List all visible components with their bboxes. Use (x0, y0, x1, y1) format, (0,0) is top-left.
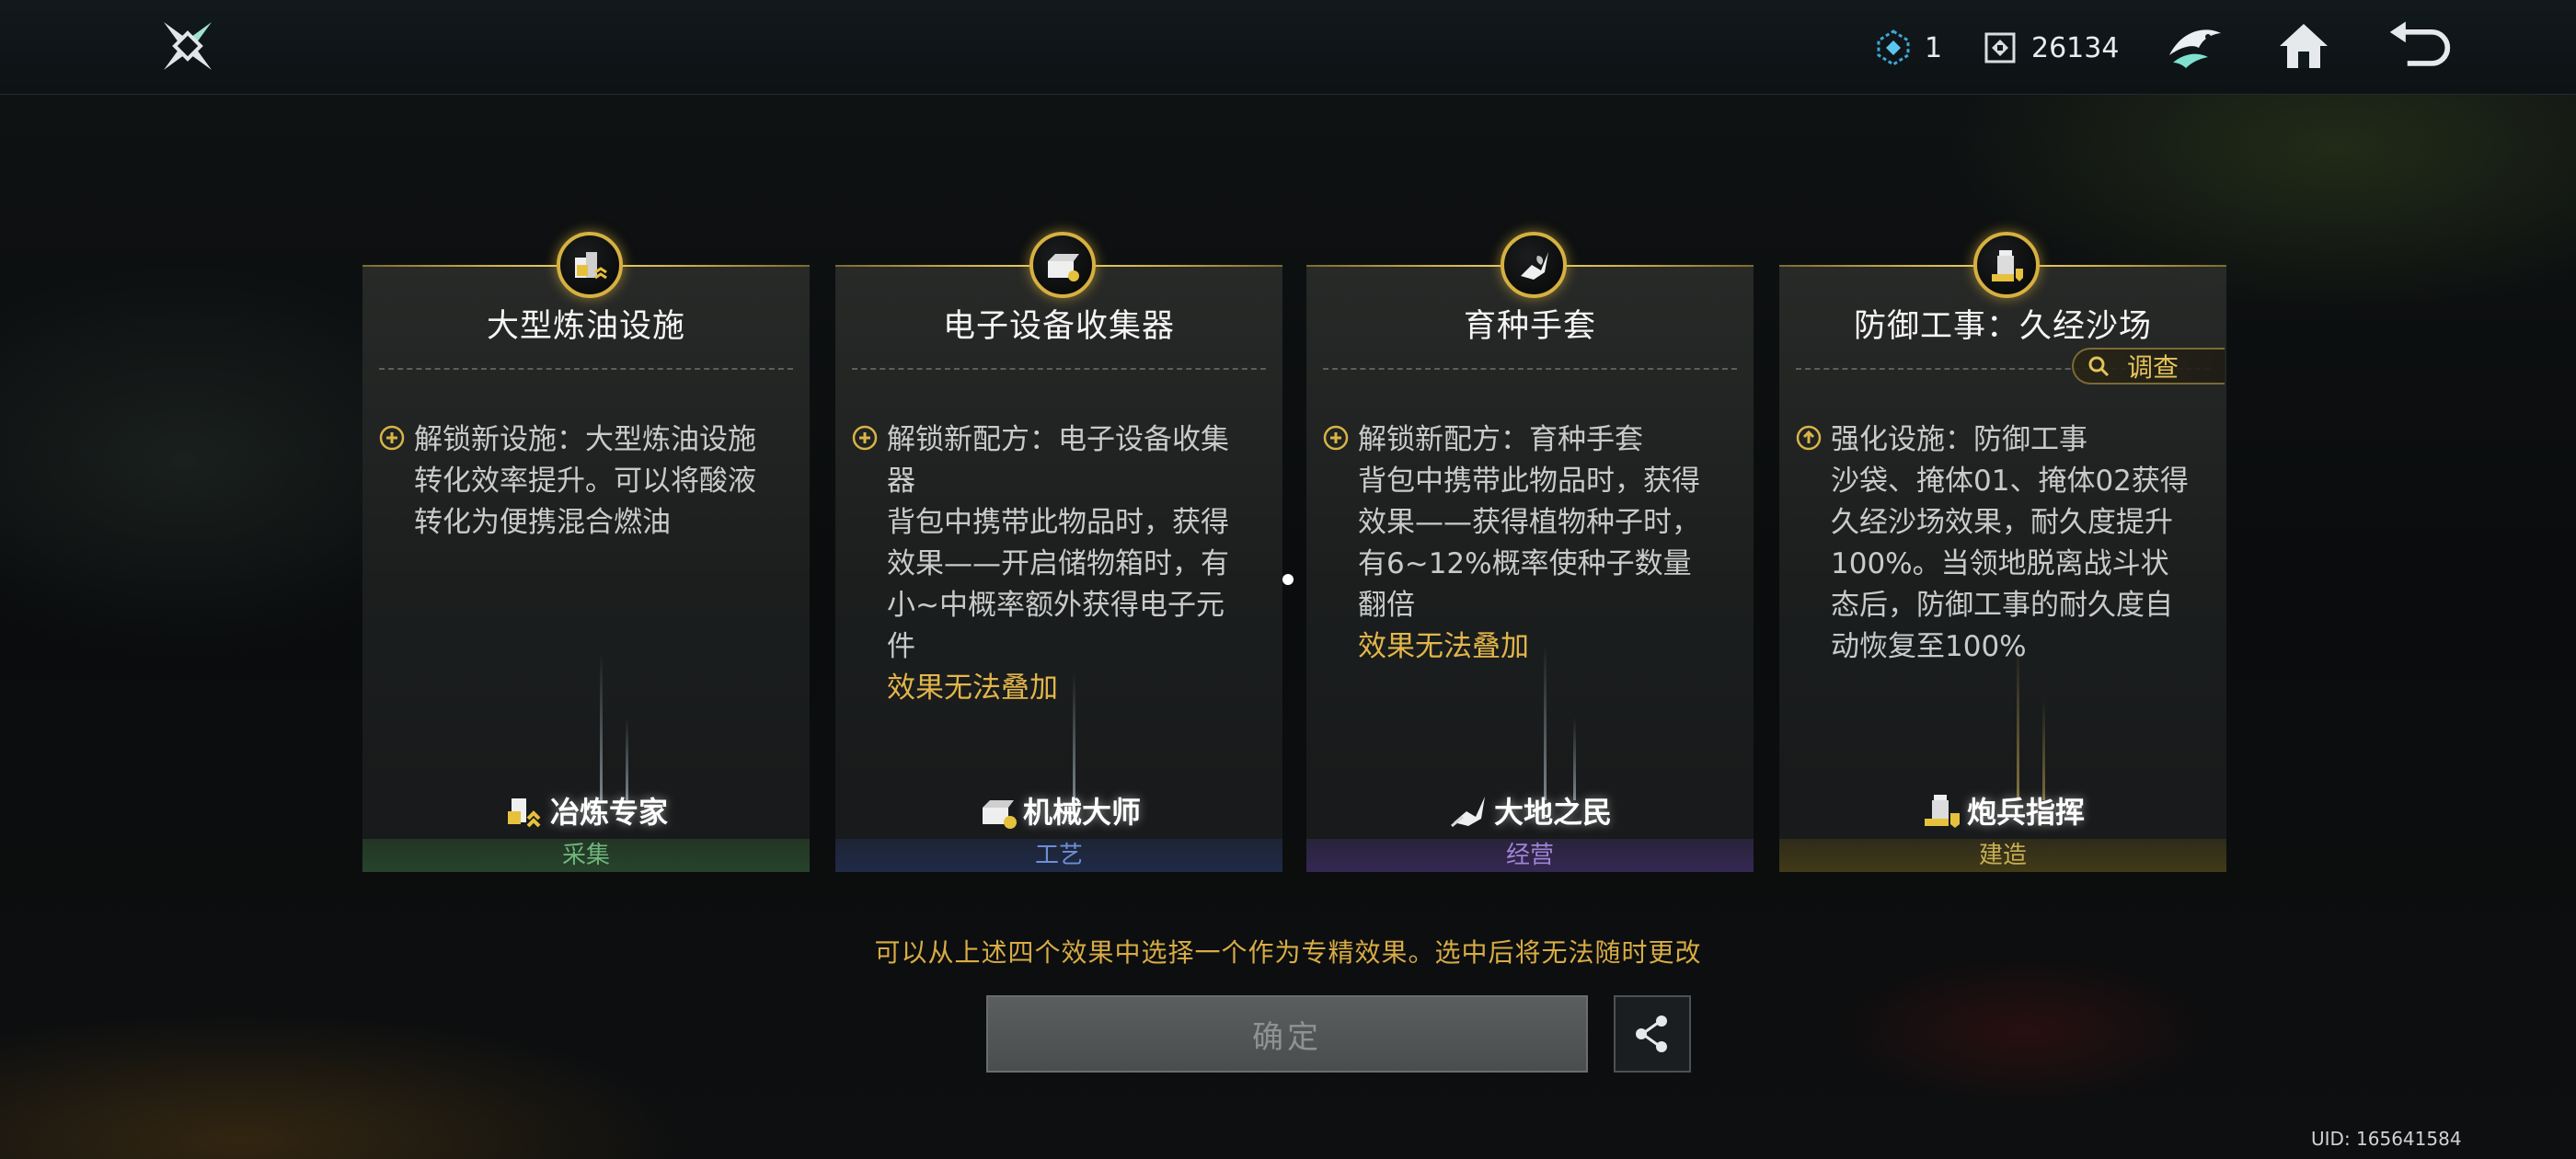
light-beam (2017, 644, 2019, 800)
spec-label: 大地之民 (1493, 795, 1612, 830)
share-icon (1636, 1016, 1667, 1052)
share-button[interactable] (1614, 995, 1691, 1073)
investigate-label: 调查 (2127, 352, 2179, 383)
effect-line: 效果——获得植物种子时， (1358, 506, 1700, 539)
home-icon[interactable] (2271, 13, 2337, 79)
back-arrow-icon[interactable] (2386, 13, 2453, 79)
light-beam (600, 653, 603, 800)
investigate-button[interactable]: 调查 (2072, 348, 2225, 384)
category-label: 采集 (362, 839, 810, 872)
effect-line: 件 (887, 630, 915, 663)
light-beam (1073, 671, 1075, 800)
user-id: UID: 165641584 (2311, 1128, 2462, 1150)
effect-line: 转化效率提升。可以将酸液 (414, 465, 756, 498)
effect-line: 解锁新配方：电子设备收集 (887, 423, 1229, 456)
effect-line: 背包中携带此物品时，获得 (1358, 465, 1700, 498)
specialization-card-breeding[interactable]: 育种手套 解锁新配方：育种手套 背包中携带此物品时，获得 效果——获得植物种子时… (1306, 232, 1754, 872)
spec-label: 炮兵指挥 (1966, 795, 2085, 830)
effect-description: 强化设施：防御工事 沙袋、掩体01、掩体02获得 久经沙场效果，耐久度提升 10… (1796, 419, 2206, 668)
coins-count: 26134 (2031, 31, 2120, 64)
card-title: 育种手套 (1463, 308, 1596, 345)
upgrade-arrow-icon (1796, 425, 1822, 451)
divider (1323, 368, 1737, 370)
spec-label: 机械大师 (1022, 795, 1141, 830)
confirm-button[interactable]: 确定 (986, 995, 1588, 1073)
effect-line: 100%。当领地脱离战斗状 (1831, 547, 2169, 580)
card-title: 大型炼油设施 (486, 308, 685, 345)
top-bar: 1 26134 (0, 0, 2576, 95)
coin-icon (1984, 32, 2016, 63)
light-beam (2042, 699, 2045, 800)
specialization-name: 大地之民 (1306, 789, 1754, 832)
stacking-warning: 效果无法叠加 (887, 671, 1058, 705)
divider (852, 368, 1266, 370)
plus-circle-icon (379, 425, 405, 451)
category-label: 经营 (1306, 839, 1754, 872)
effect-line: 转化为便携混合燃油 (414, 506, 671, 539)
effect-line: 有6~12%概率使种子数量 (1358, 547, 1692, 580)
effect-line: 沙袋、掩体01、掩体02获得 (1831, 465, 2189, 498)
light-beam (1573, 717, 1576, 800)
plus-circle-icon (1323, 425, 1349, 451)
gem-icon (1877, 29, 1910, 66)
gems-counter[interactable]: 1 (1877, 26, 1942, 70)
card-title: 防御工事：久经沙场 (1853, 308, 2152, 345)
specialization-card-refinery[interactable]: 大型炼油设施 解锁新设施：大型炼油设施 转化效率提升。可以将酸液 转化为便携混合… (362, 232, 810, 872)
effect-line: 翻倍 (1358, 589, 1415, 622)
selection-hint: 可以从上述四个效果中选择一个作为专精效果。选中后将无法随时更改 (874, 937, 1702, 968)
effect-line: 动恢复至100% (1831, 630, 2027, 663)
breeding-medal-icon (1501, 232, 1567, 298)
effect-description: 解锁新设施：大型炼油设施 转化效率提升。可以将酸液 转化为便携混合燃油 (379, 419, 789, 544)
effect-line: 强化设施：防御工事 (1831, 423, 2087, 456)
fortification-medal-icon (1973, 232, 2040, 298)
effect-line: 效果——开启储物箱时，有 (887, 547, 1229, 580)
search-icon (2088, 356, 2110, 377)
effect-line: 态后，防御工事的耐久度自 (1831, 589, 2173, 622)
specialization-name: 冶炼专家 (362, 789, 810, 832)
light-beam (626, 717, 628, 800)
effect-line: 解锁新配方：育种手套 (1358, 423, 1643, 456)
plus-circle-icon (852, 425, 878, 451)
guild-logo-icon[interactable] (158, 17, 217, 75)
stacking-warning: 效果无法叠加 (1358, 630, 1529, 663)
category-label: 建造 (1779, 839, 2226, 872)
scroll-indicator-dot (1282, 574, 1294, 585)
coins-counter[interactable]: 26134 (1984, 26, 2119, 70)
refinery-medal-icon (557, 232, 623, 298)
spec-label: 冶炼专家 (549, 795, 668, 830)
card-title: 电子设备收集器 (942, 308, 1175, 345)
electronics-medal-icon (1029, 232, 1096, 298)
artillery-badge-icon (1924, 795, 1960, 828)
specialization-name: 机械大师 (835, 789, 1282, 832)
divider (379, 368, 793, 370)
machinery-badge-icon (982, 800, 1017, 829)
gems-count: 1 (1925, 31, 1943, 64)
specialization-card-electronics[interactable]: 电子设备收集器 解锁新配方：电子设备收集 器 背包中携带此物品时，获得 效果——… (835, 232, 1282, 872)
effect-line: 背包中携带此物品时，获得 (887, 506, 1229, 539)
effect-description: 解锁新配方：电子设备收集 器 背包中携带此物品时，获得 效果——开启储物箱时，有… (852, 419, 1262, 709)
effect-line: 久经沙场效果，耐久度提升 (1831, 506, 2173, 539)
refinery-badge-icon (507, 798, 541, 828)
effect-line: 器 (887, 465, 915, 498)
specialization-name: 炮兵指挥 (1779, 789, 2226, 832)
light-beam (1544, 644, 1547, 800)
earth-folk-badge-icon (1451, 797, 1485, 828)
eagle-emblem-icon[interactable] (2162, 13, 2228, 79)
effect-line: 解锁新设施：大型炼油设施 (414, 423, 756, 456)
category-label: 工艺 (835, 839, 1282, 872)
effect-line: 小~中概率额外获得电子元 (887, 589, 1225, 622)
effect-description: 解锁新配方：育种手套 背包中携带此物品时，获得 效果——获得植物种子时， 有6~… (1323, 419, 1733, 668)
